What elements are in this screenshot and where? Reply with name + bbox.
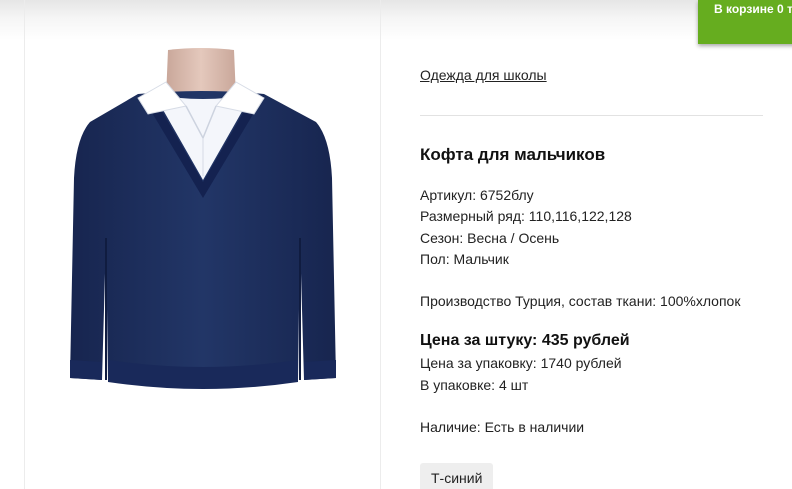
season: Сезон: Весна / Осень <box>420 230 560 246</box>
product-title: Кофта для мальчиков <box>420 145 606 164</box>
price-per-item: Цена за штуку: 435 рублей <box>420 332 630 349</box>
production-info: Производство Турция, состав ткани: 100%х… <box>420 293 741 309</box>
breadcrumb-link[interactable]: Одежда для школы <box>420 67 547 83</box>
cart-label: В корзине 0 т <box>714 2 792 16</box>
size-range: Размерный ряд: 110,116,122,128 <box>420 208 632 224</box>
left-border <box>24 0 25 489</box>
divider <box>420 115 763 116</box>
price-per-pack: Цена за упаковку: 1740 рублей <box>420 355 622 371</box>
gender: Пол: Мальчик <box>420 251 509 267</box>
availability: Наличие: Есть в наличии <box>420 419 585 435</box>
pack-size: В упаковке: 4 шт <box>420 377 529 393</box>
product-page: В корзине 0 т Одежда для школы Кофта для… <box>0 0 792 489</box>
article: Артикул: 6752блу <box>420 187 534 203</box>
cart-badge[interactable]: В корзине 0 т <box>698 0 792 44</box>
product-image-panel[interactable] <box>26 28 378 448</box>
color-option-button[interactable]: Т-синий <box>420 463 494 489</box>
column-divider <box>380 0 381 489</box>
sweater-image[interactable] <box>68 48 338 418</box>
